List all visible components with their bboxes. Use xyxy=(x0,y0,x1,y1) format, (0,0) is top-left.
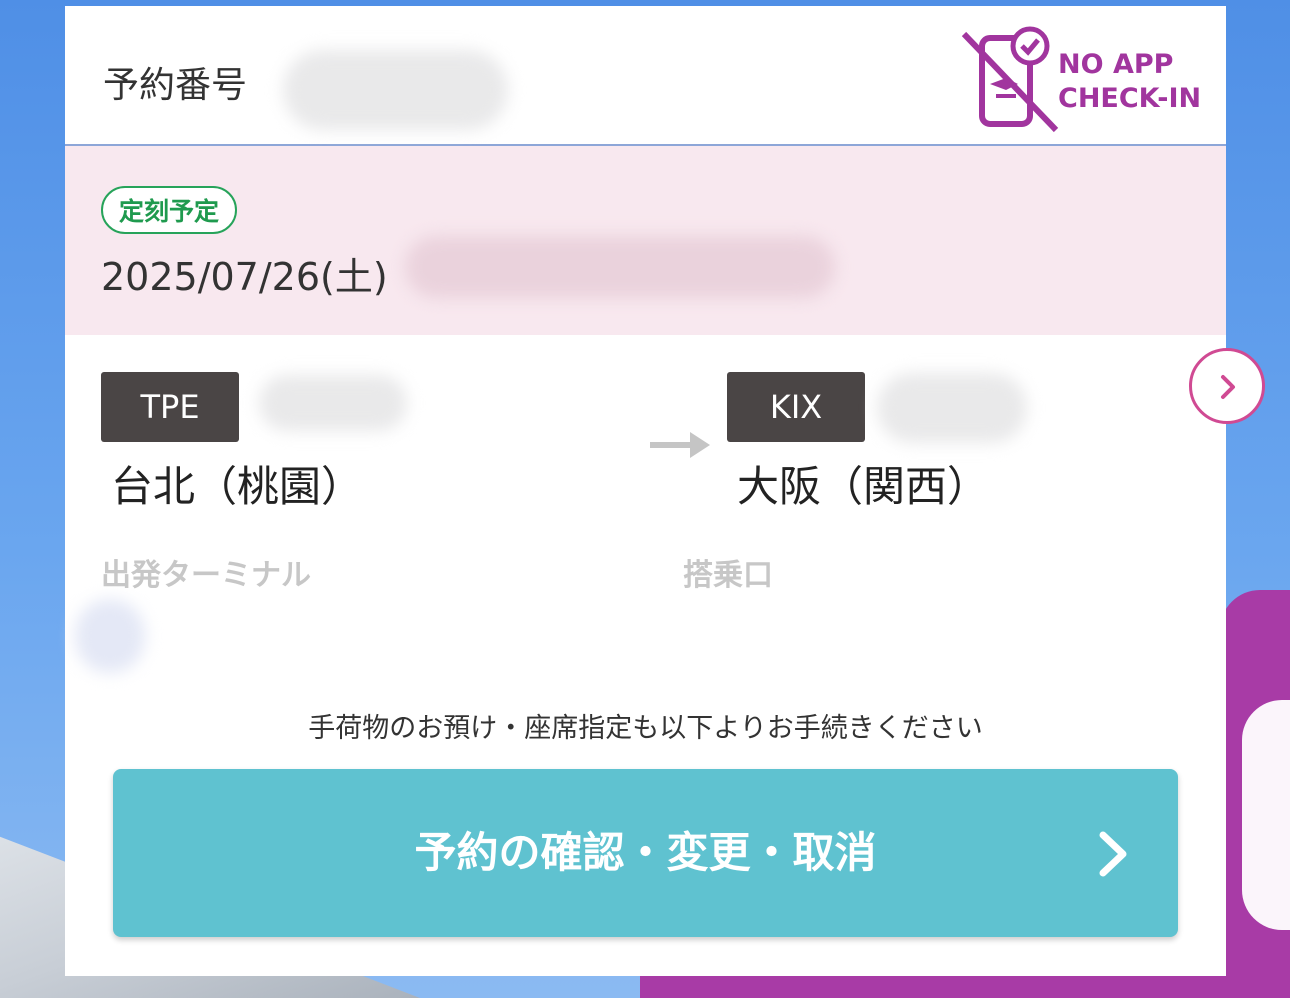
no-app-checkin-badge: NO APP CHECK-IN xyxy=(960,26,1210,136)
route-section: TPE 台北（桃園） 出発ターミナル KIX 大阪（関西） 搭乗口 xyxy=(65,335,1226,673)
manage-booking-label: 予約の確認・変更・取消 xyxy=(414,828,877,877)
arrow-right-icon xyxy=(650,432,710,458)
card-header: 予約番号 NO APP CHECK-IN xyxy=(65,6,1226,146)
destination-city: 大阪（関西） xyxy=(737,462,990,511)
flight-date: 2025/07/26(土) xyxy=(101,255,388,299)
no-app-checkin-text: NO APP CHECK-IN xyxy=(1058,48,1201,116)
boarding-gate-label: 搭乗口 xyxy=(683,558,773,593)
origin-code: TPE xyxy=(101,372,239,442)
manage-booking-button[interactable]: 予約の確認・変更・取消 xyxy=(113,769,1178,937)
redacted-terminal xyxy=(75,599,145,673)
chevron-right-icon xyxy=(1099,831,1127,877)
origin-city: 台北（桃園） xyxy=(111,462,364,511)
baggage-seat-notice: 手荷物のお預け・座席指定も以下よりお手続きください xyxy=(308,713,983,744)
no-app-checkin-icon xyxy=(961,26,1059,133)
redacted-destination-time xyxy=(877,373,1027,443)
redacted-booking-number xyxy=(283,50,508,130)
departure-terminal-label: 出発ターミナル xyxy=(101,558,311,593)
no-app-line2: CHECK-IN xyxy=(1058,83,1202,114)
destination-code: KIX xyxy=(727,372,865,442)
redacted-origin-time xyxy=(259,375,407,431)
background-tail-logo xyxy=(1242,700,1290,930)
flight-status-band: 定刻予定 2025/07/26(土) xyxy=(65,146,1226,335)
chevron-right-icon xyxy=(1221,375,1235,399)
booking-card: 予約番号 NO APP CHECK-IN 定刻予定 2025/07/26(土) … xyxy=(65,6,1226,976)
no-app-line1: NO APP xyxy=(1058,49,1174,80)
status-badge: 定刻予定 xyxy=(101,186,238,234)
booking-number-label: 予約番号 xyxy=(103,65,248,106)
redacted-flight-info xyxy=(405,236,835,298)
next-flight-button[interactable] xyxy=(1189,348,1265,424)
